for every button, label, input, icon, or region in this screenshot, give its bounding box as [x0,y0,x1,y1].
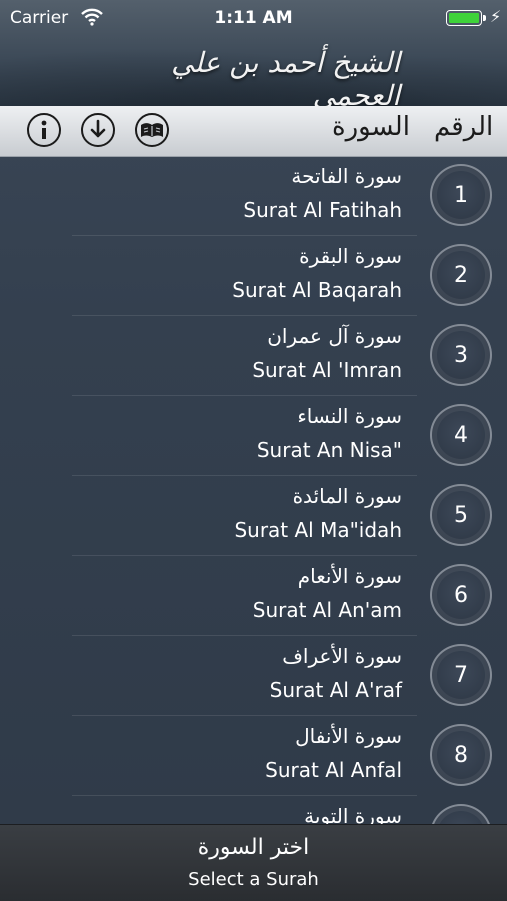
download-icon[interactable] [81,113,115,147]
surah-number-badge: 5 [430,484,492,546]
list-item[interactable]: سورة الأعراف Surat Al A'raf 7 [0,636,507,716]
surah-english-name: Surat Al 'Imran [252,358,402,382]
status-bar: Carrier 1:11 AM ⚡ [0,0,507,36]
surah-number-badge: 4 [430,404,492,466]
surah-arabic-name: سورة البقرة [299,244,402,268]
surah-number-badge: 1 [430,164,492,226]
surah-arabic-name: سورة النساء [297,404,402,428]
list-item[interactable]: سورة آل عمران Surat Al 'Imran 3 [0,316,507,396]
list-item[interactable]: سورة الفاتحة Surat Al Fatihah 1 [0,156,507,236]
surah-english-name: Surat Al Fatihah [243,198,402,222]
surah-column-label: السورة [332,112,410,142]
bottom-bar[interactable]: اختر السورة Select a Surah [0,824,507,901]
list-item[interactable]: سورة الأنفال Surat Al Anfal 8 [0,716,507,796]
charging-icon: ⚡ [490,7,502,26]
surah-arabic-name: سورة الفاتحة [291,164,402,188]
surah-arabic-name: سورة الأعراف [282,644,402,668]
surah-number-badge: 2 [430,244,492,306]
list-item[interactable]: سورة التوبة 9 [0,796,507,824]
surah-list: سورة الفاتحة Surat Al Fatihah 1 سورة الب… [0,156,507,824]
list-item[interactable]: سورة المائدة Surat Al Ma"idah 5 [0,476,507,556]
quran-book-icon[interactable] [135,113,169,147]
surah-number-badge: 3 [430,324,492,386]
list-item[interactable]: سورة الأنعام Surat Al An'am 6 [0,556,507,636]
surah-number-badge: 8 [430,724,492,786]
surah-english-name: Surat Al Baqarah [232,278,402,302]
surah-number-badge: 6 [430,564,492,626]
surah-arabic-name: سورة التوبة [304,804,402,824]
reciter-title: الشيخ أحمد بن علي العجمي [171,46,400,106]
surah-english-name: Surat Al Ma"idah [234,518,402,542]
info-icon[interactable] [27,113,61,147]
battery-icon [446,10,482,26]
clock: 1:11 AM [214,8,293,28]
surah-english-name: Surat Al An'am [252,598,402,622]
surah-number-badge: 7 [430,644,492,706]
list-item[interactable]: سورة النساء Surat An Nisa" 4 [0,396,507,476]
surah-arabic-name: سورة الأنفال [295,724,402,748]
column-header-bar: السورة الرقم [0,106,507,157]
surah-english-name: Surat Al Anfal [265,758,402,782]
select-surah-arabic: اختر السورة [197,835,310,860]
header: Carrier 1:11 AM ⚡ الشيخ أحمد بن علي العج… [0,0,507,106]
select-surah-english: Select a Surah [188,869,319,890]
surah-english-name: Surat An Nisa" [256,438,402,462]
surah-arabic-name: سورة الأنعام [297,564,402,588]
surah-number-badge: 9 [430,804,492,824]
battery-tip [483,15,486,21]
surah-arabic-name: سورة آل عمران [267,324,402,348]
app-screen: Carrier 1:11 AM ⚡ الشيخ أحمد بن علي العج… [0,0,507,901]
list-item[interactable]: سورة البقرة Surat Al Baqarah 2 [0,236,507,316]
surah-arabic-name: سورة المائدة [292,484,402,508]
surah-english-name: Surat Al A'raf [269,678,402,702]
number-column-label: الرقم [434,112,494,142]
